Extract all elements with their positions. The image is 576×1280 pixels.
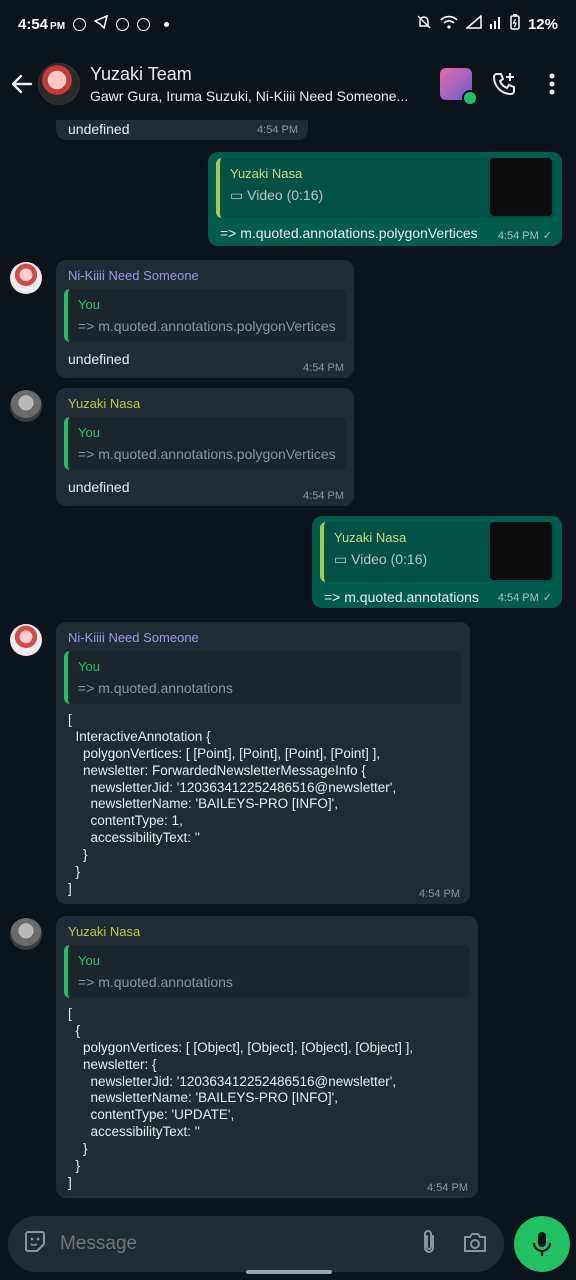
signal-icon	[464, 14, 482, 33]
voice-record-button[interactable]	[514, 1216, 570, 1272]
sent-check-icon: ✓	[542, 230, 552, 242]
whatsapp-notification-icon	[73, 17, 87, 31]
sticker-icon[interactable]	[22, 1229, 48, 1260]
group-info[interactable]: Yuzaki Team Gawr Gura, Iruma Suzuki, Ni-…	[90, 64, 432, 104]
status-bar: 4:54 PM 12%	[0, 0, 576, 48]
video-icon: ▭	[334, 551, 348, 567]
battery-percent: 12%	[527, 15, 558, 33]
sender-name[interactable]: Yuzaki Nasa	[68, 924, 466, 939]
camera-icon[interactable]	[462, 1231, 488, 1258]
more-options-button[interactable]	[528, 60, 576, 108]
compose-bar	[0, 1212, 576, 1280]
video-call-icon	[440, 68, 478, 106]
message-bubble-outgoing[interactable]: Yuzaki Nasa ▭ Video (0:16) => m.quoted.a…	[312, 516, 562, 608]
message-bubble[interactable]: Yuzaki Nasa You => m.quoted.annotations …	[56, 916, 478, 1198]
whatsapp-notification-icon	[137, 17, 151, 31]
wifi-icon	[440, 15, 458, 33]
message-bubble-outgoing[interactable]: Yuzaki Nasa ▭ Video (0:16) => m.quoted.a…	[208, 152, 562, 246]
whatsapp-notification-icon	[116, 17, 130, 31]
signal-bars-icon	[489, 15, 502, 33]
quoted-message[interactable]: You => m.quoted.annotations.polygonVerti…	[64, 289, 346, 342]
group-avatar[interactable]	[38, 63, 80, 105]
sent-check-icon: ✓	[542, 592, 552, 604]
avatar[interactable]	[10, 262, 42, 294]
group-title: Yuzaki Team	[90, 64, 192, 84]
message-bubble[interactable]: Ni-Kiiii Need Someone You => m.quoted.an…	[56, 260, 354, 378]
attach-icon[interactable]	[420, 1228, 438, 1261]
quoted-message[interactable]: You => m.quoted.annotations.polygonVerti…	[64, 417, 346, 470]
video-thumbnail	[490, 522, 552, 580]
video-call-button[interactable]	[432, 60, 480, 108]
telegram-notification-icon	[93, 14, 109, 33]
home-indicator[interactable]	[246, 1270, 332, 1274]
microphone-icon	[532, 1232, 552, 1256]
message-bubble[interactable]: Ni-Kiiii Need Someone You => m.quoted.an…	[56, 622, 470, 904]
sender-name[interactable]: Ni-Kiiii Need Someone	[68, 630, 458, 645]
sender-name[interactable]: Ni-Kiiii Need Someone	[68, 268, 342, 283]
video-icon: ▭	[230, 187, 244, 203]
sender-name[interactable]: Yuzaki Nasa	[68, 396, 342, 411]
avatar[interactable]	[10, 390, 42, 422]
video-thumbnail	[490, 158, 552, 216]
battery-icon	[510, 14, 520, 34]
message-bubble[interactable]: undefined 4:54 PM	[56, 120, 308, 140]
avatar[interactable]	[10, 624, 42, 656]
quoted-message[interactable]: You => m.quoted.annotations	[64, 651, 462, 704]
status-time: 4:54 PM	[18, 15, 66, 33]
message-input[interactable]	[60, 1233, 420, 1255]
mute-icon	[416, 14, 432, 34]
avatar[interactable]	[10, 918, 42, 950]
more-notifications-icon	[164, 21, 170, 27]
more-vertical-icon	[549, 73, 555, 95]
add-call-button[interactable]	[480, 60, 528, 108]
group-members: Gawr Gura, Iruma Suzuki, Ni-Kiiii Need S…	[90, 88, 409, 104]
phone-plus-icon	[492, 73, 515, 96]
back-arrow-icon[interactable]	[4, 66, 40, 102]
quoted-message[interactable]: You => m.quoted.annotations	[64, 945, 470, 998]
message-bubble[interactable]: Yuzaki Nasa You => m.quoted.annotations.…	[56, 388, 354, 506]
chat-area[interactable]: undefined 4:54 PM Yuzaki Nasa ▭ Video (0…	[0, 120, 576, 1212]
message-input-container	[8, 1216, 504, 1272]
chat-header: Yuzaki Team Gawr Gura, Iruma Suzuki, Ni-…	[0, 48, 576, 120]
